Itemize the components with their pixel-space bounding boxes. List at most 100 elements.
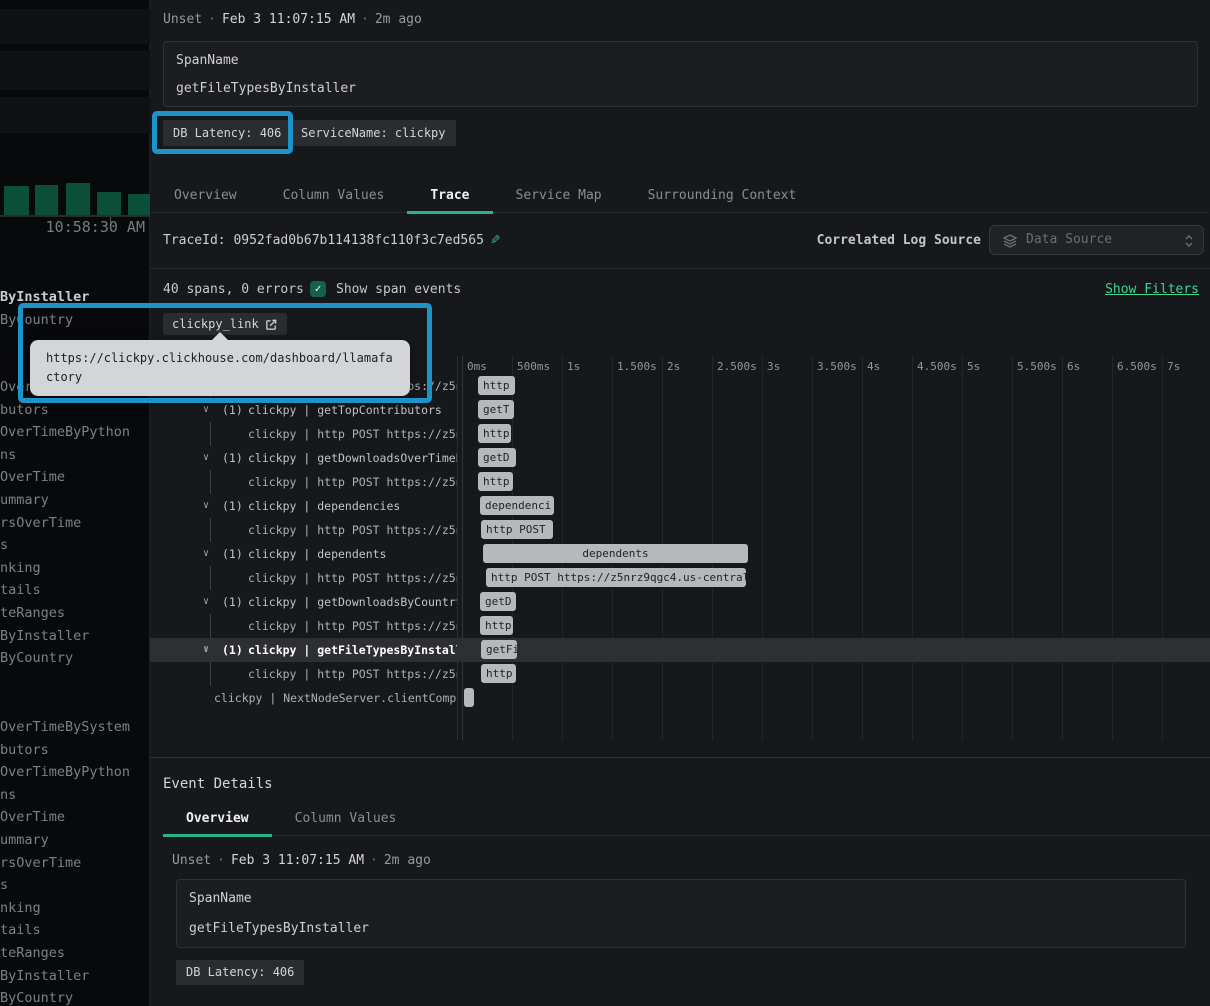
span-duration-bar[interactable] (464, 688, 474, 707)
link-url-tooltip: https://clickpy.clickhouse.com/dashboard… (30, 340, 410, 396)
sidebar-item[interactable]: OverTime (0, 467, 65, 487)
span-duration-bar[interactable]: http (478, 376, 515, 395)
span-duration-bar[interactable]: getFi (481, 640, 517, 659)
span-duration-bar[interactable]: http (480, 616, 513, 635)
service-name-badge[interactable]: ServiceName: clickpy (291, 120, 456, 146)
show-filters-link[interactable]: Show Filters (1105, 282, 1199, 297)
sidebar-item[interactable]: ByCountry (0, 648, 73, 668)
span-duration-bar[interactable]: http (481, 664, 516, 683)
sidebar-item[interactable]: ummary (0, 490, 49, 510)
chevron-down-icon[interactable]: ∨ (203, 398, 209, 422)
span-child-count: (1) (222, 446, 243, 470)
chevron-down-icon[interactable]: ∨ (203, 638, 209, 662)
span-duration-bar[interactable]: http POST https://z5nrz9qgc4.us-central (486, 568, 746, 587)
sidebar-item[interactable]: teRanges (0, 603, 65, 623)
axis-tick-label: 1.500s (617, 360, 657, 373)
sidebar-item[interactable]: s (0, 875, 8, 895)
trace-span-row[interactable]: ∨(1)clickpy | getTopContributorsgetT (150, 398, 1210, 422)
sidebar-item[interactable]: ns (0, 785, 16, 805)
chevron-down-icon[interactable]: ∨ (203, 494, 209, 518)
sidebar-item[interactable]: ByInstaller (0, 966, 89, 986)
sidebar-item[interactable]: butors (0, 400, 49, 420)
chevron-down-icon[interactable]: ∨ (203, 542, 209, 566)
sidebar-item[interactable]: butors (0, 740, 49, 760)
sidebar-item[interactable]: OverTimeByPython (0, 422, 130, 442)
span-row-label: ∨(1)clickpy | dependencies (150, 494, 457, 518)
sidebar-item[interactable]: tails (0, 920, 41, 940)
span-name-field-label: SpanName (189, 891, 252, 906)
trace-span-row[interactable]: clickpy | http POST https://z5nrz http (150, 422, 1210, 446)
trace-span-row[interactable]: clickpy | http POST https://z5nrz http PO… (150, 566, 1210, 590)
timestamp: Feb 3 11:07:15 AM (222, 12, 355, 27)
trace-span-row[interactable]: clickpy | http POST https://z5nrz http (150, 662, 1210, 686)
span-row-label: clickpy | http POST https://z5nrz (150, 566, 457, 590)
span-name-text: clickpy | getDownloadsByCountry (248, 590, 457, 614)
span-name-text: clickpy | http POST https://z5nrz (248, 470, 457, 494)
sidebar-item[interactable]: OverTimeByPython (0, 762, 130, 782)
trace-span-row[interactable]: ∨(1)clickpy | dependencies dependenci (150, 494, 1210, 518)
span-name-text: clickpy | dependents (248, 542, 386, 566)
span-name-text: clickpy | http POST https://z5nrz (248, 566, 457, 590)
trace-span-row[interactable]: ∨(1)clickpy | dependents dependents (150, 542, 1210, 566)
show-span-events-label[interactable]: Show span events (336, 282, 461, 297)
span-duration-bar[interactable]: dependents (483, 544, 748, 563)
sidebar-item[interactable]: nking (0, 898, 41, 918)
trace-span-row[interactable]: clickpy | http POST https://z5nrz http PO… (150, 518, 1210, 542)
span-row-label: ∨(1)clickpy | getFileTypesByInstaller (150, 638, 457, 662)
sidebar-item[interactable]: OverTime (0, 807, 65, 827)
event-db-latency-badge[interactable]: DB Latency: 406 (176, 960, 304, 985)
chevron-down-icon[interactable]: ∨ (203, 446, 209, 470)
show-span-events-checkbox[interactable]: ✓ (310, 281, 326, 297)
tab-column-values[interactable]: Column Values (260, 180, 408, 213)
trace-span-row[interactable]: clickpy | http POST https://z5nrz http (150, 614, 1210, 638)
span-name-text: clickpy | http POST https://z5nrz (248, 422, 457, 446)
sidebar-item[interactable]: rsOverTime (0, 513, 81, 533)
event-details-tabs: OverviewColumn Values (163, 803, 1210, 836)
span-row-label: ∨(1)clickpy | dependents (150, 542, 457, 566)
sidebar-item[interactable]: ns (0, 445, 16, 465)
sidebar-item[interactable]: rsOverTime (0, 853, 81, 873)
span-duration-bar[interactable]: getD (480, 592, 516, 611)
sidebar-item[interactable]: nking (0, 558, 41, 578)
span-duration-bar[interactable]: dependenci (480, 496, 554, 515)
span-duration-bar[interactable]: getD (478, 448, 516, 467)
span-name-text: clickpy | NextNodeServer.clientCompone (214, 686, 457, 710)
trace-span-row[interactable]: clickpy | http POST https://z5nrz http (150, 470, 1210, 494)
trace-span-row[interactable]: clickpy | NextNodeServer.clientCompone (150, 686, 1210, 710)
histogram-bar (35, 185, 58, 215)
tab-trace[interactable]: Trace (407, 180, 492, 213)
data-source-select[interactable]: Data Source (989, 225, 1204, 255)
sidebar-item[interactable]: teRanges (0, 943, 65, 963)
trace-span-row[interactable]: ∨(1)clickpy | getDownloadsByCountrygetD (150, 590, 1210, 614)
span-row-label: clickpy | http POST https://z5nrz (150, 518, 457, 542)
span-duration-bar[interactable]: http (478, 472, 513, 491)
edit-trace-icon[interactable]: ✎ (482, 230, 500, 248)
span-duration-bar[interactable]: getT (478, 400, 514, 419)
background-row (0, 9, 150, 44)
event-tab-overview[interactable]: Overview (163, 803, 272, 836)
sidebar-item[interactable]: ByInstaller (0, 626, 89, 646)
tab-surrounding-context[interactable]: Surrounding Context (625, 180, 820, 213)
trace-span-row[interactable]: ∨(1)clickpy | getDownloadsOverTimeBySget… (150, 446, 1210, 470)
span-duration-bar[interactable]: http POST (481, 520, 553, 539)
db-latency-badge[interactable]: DB Latency: 406 (163, 120, 291, 146)
span-name-text: clickpy | http POST https://z5nrz (248, 614, 457, 638)
span-row-label: clickpy | http POST https://z5nrz (150, 662, 457, 686)
sidebar-item[interactable]: OverTimeBySystem (0, 717, 130, 737)
span-row-label: clickpy | http POST https://z5nrz (150, 614, 457, 638)
chevron-down-icon[interactable]: ∨ (203, 590, 209, 614)
tab-service-map[interactable]: Service Map (493, 180, 625, 213)
separator-dot: · (364, 853, 384, 868)
span-duration-bar[interactable]: http (478, 424, 511, 443)
sidebar-item[interactable]: tails (0, 580, 41, 600)
histogram-bar (128, 194, 150, 215)
sidebar-item[interactable]: ByCountry (0, 988, 73, 1006)
relative-time: 2m ago (375, 12, 422, 27)
sidebar-item[interactable]: ByCountry (0, 310, 73, 330)
sidebar-item[interactable]: s (0, 535, 8, 555)
tab-overview[interactable]: Overview (151, 180, 260, 213)
trace-span-row[interactable]: ∨(1)clickpy | getFileTypesByInstaller get… (150, 638, 1210, 662)
sidebar-item[interactable]: ummary (0, 830, 49, 850)
event-tab-column-values[interactable]: Column Values (272, 803, 420, 836)
sidebar-item[interactable]: ByInstaller (0, 287, 89, 307)
